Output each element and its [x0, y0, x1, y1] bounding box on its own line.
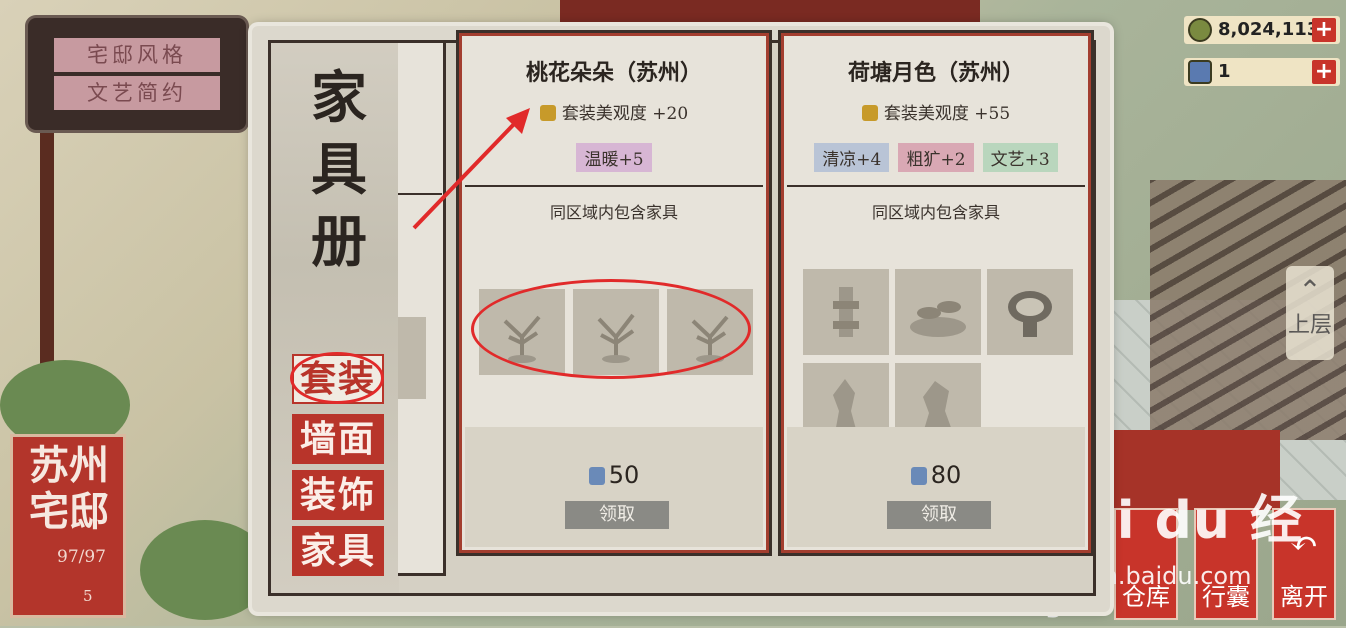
annotation-arrow — [412, 108, 530, 230]
